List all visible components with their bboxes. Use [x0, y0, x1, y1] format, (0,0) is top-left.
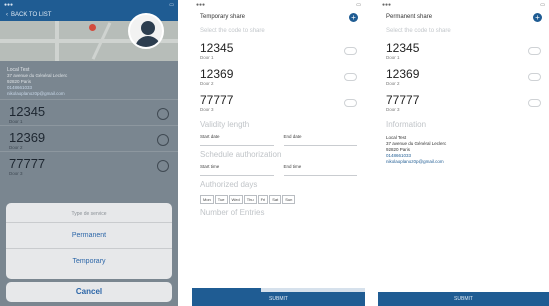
signal-icon: ●●●	[196, 1, 206, 8]
battery-icon: ▭	[356, 1, 361, 8]
action-sheet: Type de service Permanent Temporary	[6, 203, 172, 279]
code-row[interactable]: 12345 Door 1	[200, 38, 357, 64]
code-toggle[interactable]	[528, 47, 541, 55]
end-time-field[interactable]: End time	[283, 162, 357, 176]
code-door: Door 2	[9, 144, 23, 150]
code-number: 77777	[9, 155, 46, 171]
code-toggle[interactable]	[528, 99, 541, 107]
plus-icon[interactable]: +	[349, 12, 358, 22]
code-radio[interactable]	[157, 107, 169, 120]
plus-icon[interactable]: +	[533, 12, 542, 22]
information-title: Information	[386, 120, 427, 129]
back-chevron-icon: ‹	[6, 12, 8, 18]
status-bar: ●●● ▭	[192, 0, 365, 9]
days-title: Authorized days	[200, 180, 258, 189]
day-fri[interactable]: Fri	[257, 195, 269, 204]
code-number: 12369	[9, 129, 46, 145]
contact-email[interactable]: nikolaoplanoz0p@gmail.com	[386, 159, 541, 165]
code-row[interactable]: 12369 Door 2	[0, 125, 178, 151]
code-radio[interactable]	[157, 133, 169, 146]
action-sheet-title: Type de service	[6, 203, 172, 223]
phone-permanent-share: ●●● ▭ Permanent share + Select the code …	[378, 0, 549, 306]
code-door: Door 3	[386, 107, 400, 112]
back-label: BACK TO LIST	[11, 12, 52, 18]
code-toggle[interactable]	[528, 73, 541, 81]
phone-temporary-share: ●●● ▭ Temporary share + Select the code …	[192, 0, 365, 306]
code-door: Door 1	[9, 118, 23, 124]
code-door: Door 1	[200, 55, 214, 60]
contact-info: Local Test 37 avenue du Général Leclerc …	[0, 61, 178, 99]
code-toggle[interactable]	[344, 99, 357, 107]
screen-header: Temporary share +	[192, 9, 365, 25]
validity-title: Validity length	[200, 120, 250, 129]
screen-title: Permanent share	[386, 14, 433, 20]
code-number: 12369	[200, 67, 234, 81]
code-radio[interactable]	[157, 159, 169, 172]
code-door: Door 3	[9, 170, 23, 176]
temporary-option[interactable]: Temporary	[6, 249, 172, 275]
map-pin-icon	[89, 24, 96, 31]
day-mon[interactable]: Mon	[200, 195, 214, 204]
signal-icon: ●●●	[4, 1, 14, 8]
schedule-title: Schedule authorization	[200, 150, 282, 159]
code-number: 12369	[386, 67, 420, 81]
start-date-field[interactable]: Start date	[200, 132, 274, 146]
code-number: 12345	[200, 41, 234, 55]
submit-button[interactable]: SUBMIT	[378, 292, 549, 306]
day-tue[interactable]: Tue	[214, 195, 228, 204]
code-row[interactable]: 12369 Door 2	[386, 64, 541, 90]
code-door: Door 3	[200, 107, 214, 112]
code-row[interactable]: 12345 Door 1	[386, 38, 541, 64]
day-thu[interactable]: Thu	[243, 195, 257, 204]
code-row[interactable]: 12345 Door 1	[0, 99, 178, 125]
end-date-field[interactable]: End date	[283, 132, 357, 146]
entries-title: Number of Entries	[200, 208, 265, 217]
day-wed[interactable]: Wed	[228, 195, 243, 204]
code-toggle[interactable]	[344, 73, 357, 81]
code-door: Door 2	[200, 81, 214, 86]
select-code-hint: Select the code to share	[200, 28, 265, 34]
code-toggle[interactable]	[344, 47, 357, 55]
start-time-field[interactable]: Start time	[200, 162, 274, 176]
code-row[interactable]: 77777 Door 3	[386, 90, 541, 116]
code-door: Door 1	[386, 55, 400, 60]
avatar-icon	[128, 13, 164, 49]
screen-title: Temporary share	[200, 14, 246, 20]
contact-info: Local Test 37 avenue du Général Leclerc …	[386, 135, 541, 165]
status-bar: ●●● ▭	[0, 0, 178, 9]
select-code-hint: Select the code to share	[386, 28, 451, 34]
status-bar: ●●● ▭	[378, 0, 549, 9]
code-number: 77777	[386, 93, 420, 107]
day-sun[interactable]: Sun	[282, 195, 296, 204]
cancel-button[interactable]: Cancel	[6, 282, 172, 302]
phone-detail-with-action-sheet: ●●● ▭ ‹ BACK TO LIST Local Test 37 avenu…	[0, 0, 178, 306]
code-row[interactable]: 77777 Door 3	[200, 90, 357, 116]
code-number: 12345	[386, 41, 420, 55]
permanent-option[interactable]: Permanent	[6, 223, 172, 249]
code-number: 77777	[200, 93, 234, 107]
code-number: 12345	[9, 103, 46, 119]
battery-icon: ▭	[540, 1, 545, 8]
contact-email[interactable]: nikolaoplanoz0p@gmail.com	[7, 91, 171, 97]
code-row[interactable]: 77777 Door 3	[0, 151, 178, 177]
submit-button[interactable]: SUBMIT	[192, 292, 365, 306]
signal-icon: ●●●	[382, 1, 392, 8]
code-door: Door 2	[386, 81, 400, 86]
battery-icon: ▭	[169, 1, 174, 8]
day-sat[interactable]: Sat	[269, 195, 282, 204]
code-row[interactable]: 12369 Door 2	[200, 64, 357, 90]
screen-header: Permanent share +	[378, 9, 549, 25]
days-selector: Mon Tue Wed Thu Fri Sat Sun	[200, 195, 357, 204]
